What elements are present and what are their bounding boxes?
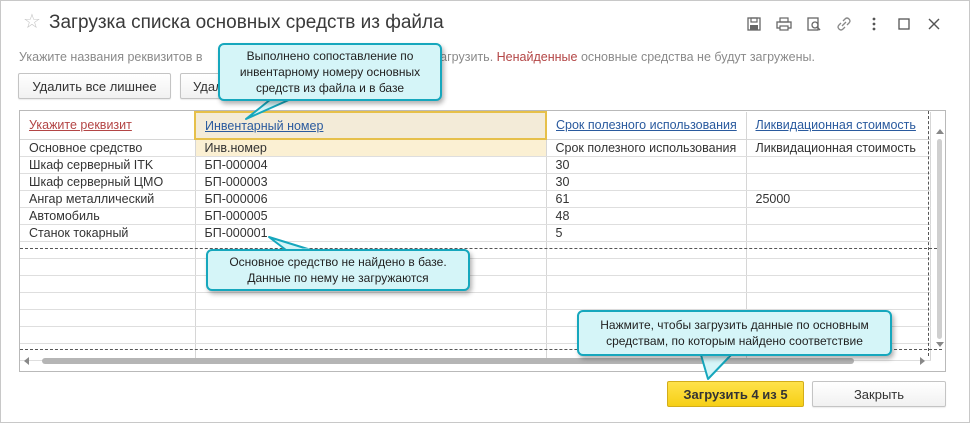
callout-pointers (245, 97, 732, 380)
callout-load-hint: Нажмите, чтобы загрузить данные по основ… (577, 310, 892, 356)
callout-not-found: Основное средство не найдено в базе. Дан… (206, 249, 470, 291)
callout-matched: Выполнено сопоставление по инвентарному … (218, 43, 442, 101)
dialog-window: ☆ Загрузка списка основных средств из фа… (0, 0, 970, 423)
